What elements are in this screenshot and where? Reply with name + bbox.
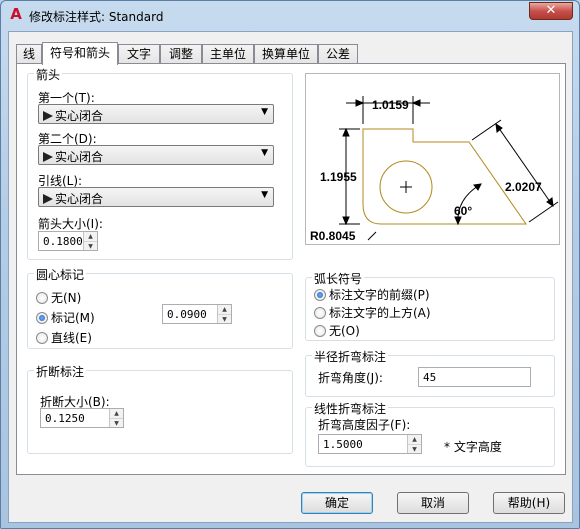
closed-filled-arrow-icon — [43, 111, 53, 121]
dimension-break-legend: 折断标注 — [34, 363, 87, 380]
preview-dim-right: 2.0207 — [505, 180, 542, 194]
arc-length-group: 弧长符号 标注文字的前缀(P) 标注文字的上方(A) 无(O) — [305, 270, 555, 341]
chevron-down-icon: ▼ — [261, 107, 268, 117]
jog-angle-value: 45 — [423, 371, 437, 384]
center-marks-legend: 圆心标记 — [34, 266, 87, 283]
arc-above-label: 标注文字的上方(A) — [329, 306, 431, 320]
closed-filled-arrow-icon — [43, 194, 53, 204]
center-marks-group: 圆心标记 无(N) 标记(M) 直线(E) 0.0900 ▲ ▼ — [27, 266, 293, 349]
break-size-value: 0.1250 — [45, 412, 85, 425]
window-title: 修改标注样式: Standard — [29, 10, 164, 24]
radio-selected-icon — [314, 289, 326, 301]
cancel-button[interactable]: 取消 — [397, 492, 469, 514]
preview-dim-left: 1.1955 — [320, 170, 357, 184]
arrowheads-legend: 箭头 — [34, 66, 63, 83]
preview-radius: R0.8045 — [310, 229, 356, 243]
arc-length-legend: 弧长符号 — [312, 270, 365, 287]
dimension-preview: 1.0159 1.1955 2.0207 60° R0.8045 — [305, 73, 560, 245]
tab-alternate-units[interactable]: 换算单位 — [254, 44, 318, 64]
arrowheads-group: 箭头 第一个(T): 实心闭合 ▼ 第二个(D): 实心闭合 ▼ 引线(L): … — [27, 66, 293, 260]
arrow-size-value: 0.1800 — [43, 235, 83, 248]
second-arrow-value: 实心闭合 — [55, 150, 104, 164]
spin-up-icon[interactable]: ▲ — [84, 232, 97, 241]
break-size-stepper[interactable]: 0.1250 ▲ ▼ — [40, 408, 124, 428]
spin-down-icon[interactable]: ▼ — [84, 241, 97, 250]
center-mark-line-radio[interactable]: 直线(E) — [36, 329, 92, 346]
first-arrow-select[interactable]: 实心闭合 ▼ — [38, 104, 274, 124]
text-height-unit-label: * 文字高度 — [444, 440, 502, 454]
tab-lines[interactable]: 线 — [16, 44, 42, 64]
dialog-window: A 修改标注样式: Standard ✕ 线 符号和箭头 文字 调整 主单位 换… — [0, 0, 580, 529]
closed-filled-arrow-icon — [43, 152, 53, 162]
arc-none-radio[interactable]: 无(O) — [314, 322, 360, 339]
tab-text[interactable]: 文字 — [118, 44, 160, 64]
center-mark-line-label: 直线(E) — [51, 331, 92, 345]
spin-down-icon[interactable]: ▼ — [218, 314, 231, 323]
tab-symbols-arrows[interactable]: 符号和箭头 — [42, 42, 118, 65]
center-mark-size-stepper[interactable]: 0.0900 ▲ ▼ — [162, 304, 232, 324]
radius-jog-group: 半径折弯标注 折弯角度(J): 45 — [305, 348, 555, 397]
jog-height-factor-stepper[interactable]: 1.5000 ▲ ▼ — [318, 434, 422, 454]
arc-none-label: 无(O) — [329, 324, 360, 338]
center-mark-mark-label: 标记(M) — [51, 311, 95, 325]
tab-primary-units[interactable]: 主单位 — [202, 44, 254, 64]
help-button[interactable]: 帮助(H) — [493, 492, 565, 514]
center-mark-none-label: 无(N) — [51, 291, 82, 305]
center-mark-none-radio[interactable]: 无(N) — [36, 289, 81, 306]
tab-fit[interactable]: 调整 — [160, 44, 202, 64]
second-arrow-select[interactable]: 实心闭合 ▼ — [38, 145, 274, 165]
chevron-down-icon: ▼ — [261, 190, 268, 200]
preview-part-outline — [362, 128, 527, 225]
dimension-break-group: 折断标注 折断大小(B): 0.1250 ▲ ▼ — [27, 363, 293, 454]
preview-drawing — [339, 96, 559, 241]
chevron-down-icon: ▼ — [261, 148, 268, 158]
radius-jog-legend: 半径折弯标注 — [312, 348, 389, 365]
radio-icon — [314, 325, 326, 337]
radio-icon — [314, 307, 326, 319]
arc-prefix-label: 标注文字的前缀(P) — [329, 288, 430, 302]
leader-arrow-value: 实心闭合 — [55, 192, 104, 206]
jog-height-factor-label: 折弯高度因子(F): — [318, 418, 411, 432]
first-arrow-value: 实心闭合 — [55, 109, 104, 123]
arrow-size-label: 箭头大小(I): — [38, 217, 103, 231]
radio-selected-icon — [36, 312, 48, 324]
autocad-app-icon: A — [10, 5, 22, 23]
linear-jog-group: 线性折弯标注 折弯高度因子(F): 1.5000 ▲ ▼ * 文字高度 — [305, 400, 555, 467]
leader-arrow-select[interactable]: 实心闭合 ▼ — [38, 187, 274, 207]
radio-icon — [36, 332, 48, 344]
radio-icon — [36, 292, 48, 304]
jog-angle-input[interactable]: 45 — [418, 367, 531, 387]
spin-down-icon[interactable]: ▼ — [110, 418, 123, 427]
close-button[interactable]: ✕ — [529, 2, 573, 20]
arrow-size-stepper[interactable]: 0.1800 ▲ ▼ — [38, 231, 98, 251]
spin-up-icon[interactable]: ▲ — [110, 409, 123, 418]
dialog-client: 线 符号和箭头 文字 调整 主单位 换算单位 公差 箭头 第一个(T): 实心闭… — [8, 31, 573, 523]
center-mark-size-value: 0.0900 — [167, 308, 207, 321]
center-mark-mark-radio[interactable]: 标记(M) — [36, 309, 95, 326]
tab-panel: 箭头 第一个(T): 实心闭合 ▼ 第二个(D): 实心闭合 ▼ 引线(L): … — [16, 63, 566, 475]
jog-height-factor-value: 1.5000 — [323, 438, 363, 451]
spin-up-icon[interactable]: ▲ — [408, 435, 421, 444]
ok-button[interactable]: 确定 — [301, 492, 373, 514]
tab-tolerances[interactable]: 公差 — [318, 44, 358, 64]
preview-angle: 60° — [454, 204, 473, 218]
arc-above-radio[interactable]: 标注文字的上方(A) — [314, 304, 431, 321]
title-bar[interactable]: A 修改标注样式: Standard ✕ — [1, 1, 579, 31]
arc-prefix-radio[interactable]: 标注文字的前缀(P) — [314, 286, 430, 303]
preview-dim-top: 1.0159 — [372, 98, 409, 112]
linear-jog-legend: 线性折弯标注 — [312, 400, 389, 417]
spin-up-icon[interactable]: ▲ — [218, 305, 231, 314]
spin-down-icon[interactable]: ▼ — [408, 444, 421, 453]
jog-angle-label: 折弯角度(J): — [318, 371, 383, 385]
